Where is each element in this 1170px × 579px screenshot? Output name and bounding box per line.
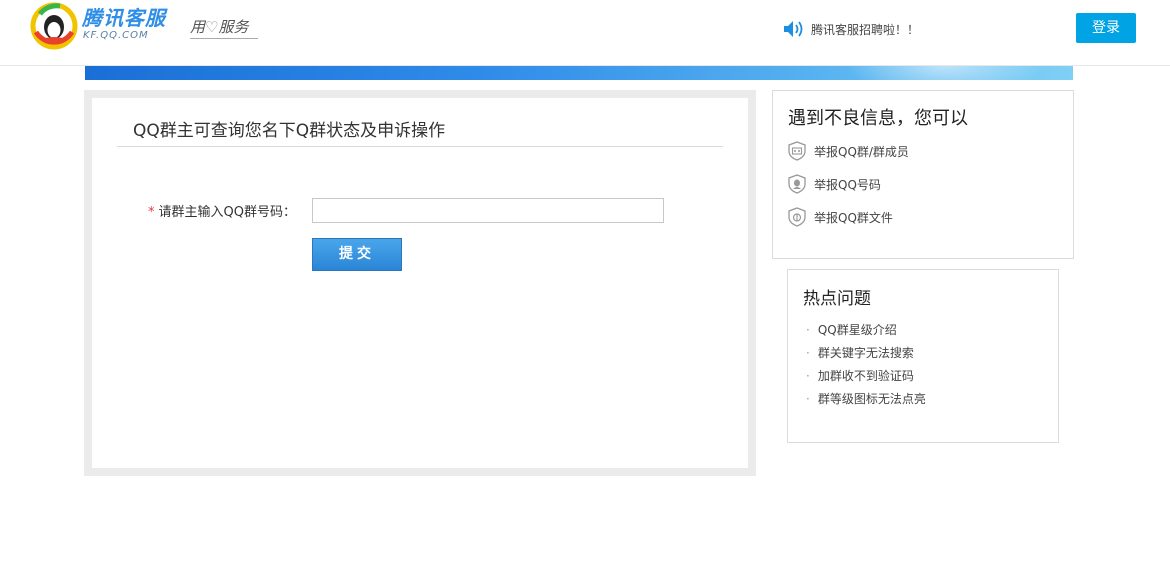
- bullet-icon: ·: [806, 323, 810, 337]
- bullet-icon: ·: [806, 369, 810, 383]
- recruit-notice[interactable]: 腾讯客服招聘啦！！: [783, 19, 919, 39]
- form-panel: [92, 98, 748, 468]
- slogan: 用♡服务: [190, 16, 248, 37]
- site-header: 腾讯客服 KF.QQ.COM 用♡服务 腾讯客服招聘啦！！ 登录: [0, 0, 1170, 66]
- qq-group-label-text: 请群主输入QQ群号码：: [158, 205, 296, 220]
- qq-group-number-input[interactable]: [312, 198, 664, 223]
- file-report-icon: [788, 207, 806, 227]
- login-button[interactable]: 登录: [1076, 13, 1136, 43]
- hot-question-label: QQ群星级介绍: [817, 323, 897, 337]
- bullet-icon: ·: [806, 346, 810, 360]
- report-file-link[interactable]: 举报QQ群文件: [788, 207, 893, 227]
- notice-text: 腾讯客服招聘啦！！: [811, 22, 920, 37]
- report-group-link[interactable]: 举报QQ群/群成员: [788, 141, 909, 161]
- hot-question-label: 群关键字无法搜索: [817, 346, 914, 360]
- required-mark: *: [148, 205, 155, 220]
- hot-question-item[interactable]: · 群等级图标无法点亮: [806, 390, 926, 407]
- hot-question-label: 加群收不到验证码: [817, 369, 914, 383]
- group-report-icon: [788, 141, 806, 161]
- speaker-icon: [784, 21, 803, 37]
- hot-question-item[interactable]: · QQ群星级介绍: [806, 321, 897, 338]
- tencent-kf-logo-icon[interactable]: [30, 2, 78, 50]
- page-title: QQ群主可查询您名下Q群状态及申诉操作: [133, 121, 446, 141]
- report-group-label: 举报QQ群/群成员: [814, 144, 909, 159]
- slogan-left: 用: [190, 18, 206, 36]
- hot-question-item[interactable]: · 加群收不到验证码: [806, 367, 914, 384]
- submit-button[interactable]: 提交: [312, 238, 402, 271]
- qq-group-field-label: * 请群主输入QQ群号码：: [148, 201, 296, 220]
- report-file-label: 举报QQ群文件: [814, 210, 893, 225]
- brand-subtitle: KF.QQ.COM: [83, 30, 149, 41]
- brand-title: 腾讯客服: [82, 6, 166, 30]
- report-user-link[interactable]: 举报QQ号码: [788, 174, 881, 194]
- brand[interactable]: 腾讯客服 KF.QQ.COM: [82, 6, 166, 42]
- heart-icon: ♡: [205, 18, 219, 36]
- banner-glow: [845, 66, 1045, 80]
- slogan-underline: [190, 38, 258, 39]
- hot-questions-title: 热点问题: [803, 289, 871, 309]
- hot-question-label: 群等级图标无法点亮: [817, 392, 926, 406]
- report-title: 遇到不良信息，您可以: [788, 108, 968, 129]
- title-divider: [117, 146, 723, 147]
- banner-strip: [85, 66, 1073, 80]
- bullet-icon: ·: [806, 392, 810, 406]
- hot-question-item[interactable]: · 群关键字无法搜索: [806, 344, 914, 361]
- report-user-label: 举报QQ号码: [814, 177, 881, 192]
- user-report-icon: [788, 174, 806, 194]
- slogan-right: 服务: [218, 18, 249, 36]
